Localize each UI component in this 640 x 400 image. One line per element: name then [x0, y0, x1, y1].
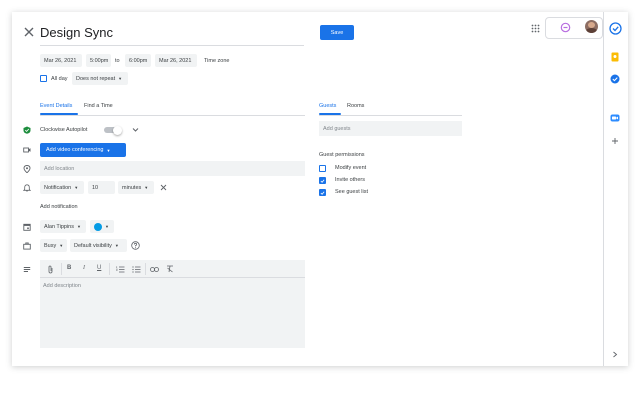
caret-down-icon: ▼: [76, 224, 81, 229]
tab-guests[interactable]: Guests: [319, 100, 336, 112]
bell-icon: [23, 184, 31, 192]
caret-down-icon: ▼: [74, 185, 79, 190]
caret-down-icon: ▼: [114, 243, 119, 248]
notification-type-dropdown[interactable]: Notification ▼: [40, 181, 84, 194]
repeat-label: Does not repeat: [76, 75, 116, 82]
calendar-owner-label: Alan Tippins: [44, 223, 74, 230]
invite-others-checkbox[interactable]: [319, 177, 326, 184]
caret-down-icon: ▼: [144, 185, 149, 190]
autopilot-toggle[interactable]: [104, 125, 122, 135]
modify-event-label: Modify event: [335, 165, 367, 171]
event-color-dropdown[interactable]: ▼: [90, 220, 114, 233]
end-date-chip[interactable]: Mar 26, 2021: [155, 54, 197, 67]
checkmark-icon: [320, 190, 325, 195]
all-day-checkbox[interactable]: [40, 75, 47, 82]
notification-unit-label: minutes: [122, 184, 142, 191]
clockwise-shield-icon: [23, 126, 31, 134]
tabs-divider: [40, 115, 305, 116]
modify-event-checkbox[interactable]: [319, 165, 326, 172]
link-icon[interactable]: [150, 267, 159, 272]
notification-value-input[interactable]: 10: [88, 181, 115, 194]
location-pin-icon: [23, 165, 31, 173]
close-icon[interactable]: [23, 26, 35, 38]
keep-icon[interactable]: [610, 52, 620, 62]
toolbar-divider: [61, 263, 62, 275]
chevron-right-icon[interactable]: [612, 351, 618, 358]
repeat-dropdown[interactable]: Does not repeat ▼: [72, 72, 128, 85]
briefcase-icon: [23, 242, 31, 250]
toolbar-divider: [145, 263, 146, 275]
toolbar-divider: [109, 263, 110, 275]
italic-icon[interactable]: I: [83, 265, 85, 271]
clear-format-icon[interactable]: [166, 265, 174, 273]
tab-find-a-time[interactable]: Find a Time: [84, 100, 113, 112]
notification-unit-dropdown[interactable]: minutes ▼: [118, 181, 154, 194]
all-day-label: All day: [51, 75, 68, 82]
apps-grid-icon[interactable]: [531, 24, 540, 33]
caret-down-icon: ▼: [105, 224, 109, 229]
video-camera-icon: [23, 147, 31, 153]
invite-others-label: Invite others: [335, 177, 365, 183]
end-time-chip[interactable]: 6:00pm: [125, 54, 151, 67]
checkmark-icon: [320, 178, 325, 183]
busy-dropdown[interactable]: Busy ▼: [40, 239, 67, 252]
chevron-down-icon[interactable]: [132, 127, 139, 133]
notification-type-label: Notification: [44, 184, 72, 191]
caret-down-icon: ▼: [118, 76, 123, 81]
numbered-list-icon[interactable]: [116, 266, 125, 273]
underline-icon[interactable]: U: [97, 265, 101, 271]
add-video-conferencing-label: Add video conferencing: [46, 147, 104, 153]
see-guest-list-label: See guest list: [335, 189, 369, 195]
bold-icon[interactable]: B: [67, 265, 71, 271]
color-swatch: [94, 222, 102, 231]
start-date-chip[interactable]: Mar 26, 2021: [40, 54, 82, 67]
description-placeholder: Add description: [43, 283, 81, 289]
clockwise-logo-icon: [560, 22, 571, 33]
visibility-label: Default visibility: [74, 242, 112, 249]
guest-permissions-title: Guest permissions: [319, 152, 365, 158]
calendar-owner-dropdown[interactable]: Alan Tippins ▼: [40, 220, 86, 233]
event-title-input[interactable]: Design Sync: [40, 24, 304, 46]
help-icon[interactable]: [131, 241, 140, 250]
visibility-dropdown[interactable]: Default visibility ▼: [70, 239, 127, 252]
guest-tabs-divider: [319, 115, 462, 116]
remove-notification-icon[interactable]: [160, 184, 167, 191]
tab-rooms[interactable]: Rooms: [347, 100, 364, 112]
description-lines-icon: [23, 267, 31, 272]
add-addon-icon[interactable]: [611, 137, 619, 145]
save-button[interactable]: Save: [320, 25, 354, 40]
location-input[interactable]: Add location: [40, 161, 305, 176]
side-panel-rail: [603, 12, 628, 366]
tasks-icon[interactable]: [610, 74, 620, 84]
calendar-icon: [23, 223, 31, 231]
attach-icon[interactable]: [47, 265, 54, 274]
add-guests-input[interactable]: Add guests: [319, 121, 462, 136]
zoom-video-icon[interactable]: [610, 114, 620, 122]
caret-down-icon: ▼: [59, 243, 64, 248]
bulleted-list-icon[interactable]: [132, 266, 141, 273]
tab-event-details[interactable]: Event Details: [40, 100, 72, 112]
to-label: to: [115, 57, 120, 64]
autopilot-label: Clockwise Autopilot: [40, 127, 88, 133]
start-time-chip[interactable]: 5:00pm: [86, 54, 111, 67]
caret-down-icon: ▼: [106, 147, 111, 153]
timezone-link[interactable]: Time zone: [204, 54, 229, 67]
busy-label: Busy: [44, 242, 57, 249]
avatar[interactable]: [585, 20, 598, 33]
add-notification-link[interactable]: Add notification: [40, 204, 78, 210]
see-guest-list-checkbox[interactable]: [319, 189, 326, 196]
add-video-conferencing-button[interactable]: Add video conferencing ▼: [40, 143, 126, 157]
